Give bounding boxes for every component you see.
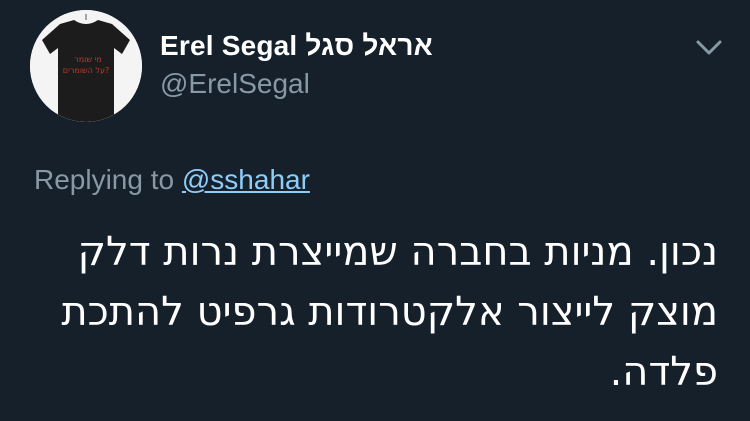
chevron-down-icon [696,40,722,55]
shirt-text-line2: על השומרים? [63,66,109,75]
user-handle[interactable]: @ErelSegal [160,68,310,100]
shirt-text-line1: מי שומר [74,55,102,64]
avatar[interactable]: מי שומר על השומרים? [30,10,142,122]
replying-to-label: Replying to [34,164,175,195]
display-name[interactable]: Erel Segal אראל סגל [160,30,433,62]
replying-to: Replying to @sshahar [34,164,310,196]
avatar-image: מי שומר על השומרים? [30,10,142,122]
tweet-menu-button[interactable] [694,34,724,60]
reply-mention-link[interactable]: @sshahar [182,164,310,195]
tweet: מי שומר על השומרים? Erel Segal אראל סגל … [0,0,750,421]
tweet-text: נכון. מניות בחברה שמייצרת נרות דלק מוצק … [61,229,718,395]
